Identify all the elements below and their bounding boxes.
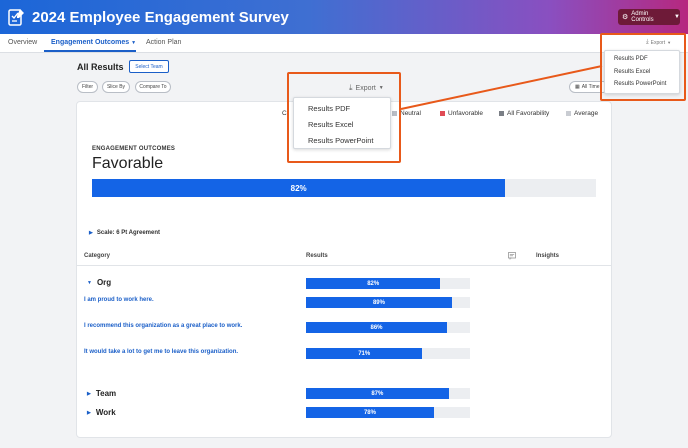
tab-engagement-outcomes[interactable]: Engagement Outcomes ▼	[51, 39, 136, 46]
scale-label: Scale: 6 Pt Agreement	[96, 230, 160, 236]
question-link[interactable]: It would take a lot to get me to leave t…	[84, 349, 238, 355]
menu-item-results-powerpoint[interactable]: Results PowerPoint	[308, 136, 373, 145]
result-bar-fill: 87%	[306, 388, 449, 399]
export-button[interactable]: ⤓ Export ▼	[349, 83, 384, 93]
legend-unfavorable[interactable]: Unfavorable	[440, 110, 483, 117]
legend-average-swatch	[566, 111, 571, 116]
question-link[interactable]: I am proud to work here.	[84, 297, 154, 303]
result-bar-label: 87%	[371, 390, 384, 397]
app-header: 2024 Employee Engagement Survey ⚙ Admin …	[0, 0, 688, 34]
caret-right-icon: ▶	[87, 409, 91, 416]
result-bar-label: 71%	[358, 350, 371, 357]
menu-item-results-excel[interactable]: Results Excel	[614, 69, 650, 75]
page-title: All Results	[77, 62, 124, 72]
favorable-bar-track: 82%	[92, 179, 596, 197]
legend-average-label: Average	[574, 110, 599, 117]
export-label: Export	[650, 39, 666, 46]
result-bar-track: 82%	[306, 278, 470, 289]
caret-down-icon: ▼	[667, 40, 672, 45]
export-menu: Results PDF Results Excel Results PowerP…	[293, 97, 391, 149]
legend-average[interactable]: Average	[566, 110, 598, 117]
admin-controls-label: Admin Controls	[631, 11, 654, 23]
legend-all-favorability-label: All Favorability	[507, 110, 550, 117]
column-header-insights: Insights	[536, 253, 560, 259]
caret-down-icon: ▼	[87, 279, 92, 286]
menu-item-results-excel[interactable]: Results Excel	[308, 120, 353, 129]
category-row-org[interactable]: ▼ Org	[87, 278, 111, 287]
tab-overview[interactable]: Overview	[8, 39, 37, 46]
result-bar-track: 89%	[306, 297, 470, 308]
caret-down-icon: ▼	[378, 85, 384, 91]
caret-right-icon: ▶	[87, 390, 91, 397]
engagement-outcomes-value: Favorable	[92, 155, 164, 172]
tab-action-plan[interactable]: Action Plan	[146, 39, 181, 46]
legend-unfavorable-label: Unfavorable	[448, 110, 484, 117]
slice-by-button[interactable]: Slice By	[102, 81, 130, 93]
gear-icon: ⚙	[622, 14, 629, 21]
result-bar-fill: 86%	[306, 322, 448, 333]
category-label: Work	[95, 408, 116, 417]
result-bar-label: 78%	[363, 409, 376, 416]
result-bar-fill: 71%	[306, 348, 423, 359]
menu-item-results-pdf[interactable]: Results PDF	[614, 56, 648, 62]
result-bar-label: 82%	[367, 280, 380, 287]
caret-down-icon: ▼	[131, 40, 137, 46]
legend-fragment: C	[282, 110, 287, 117]
export-label: Export	[355, 84, 376, 92]
result-bar-fill: 82%	[306, 278, 441, 289]
all-time-label: All Time	[581, 84, 600, 90]
admin-controls-button[interactable]: ⚙ Admin Controls ▼	[618, 9, 680, 25]
select-team-button[interactable]: Select Team	[129, 60, 169, 73]
favorable-bar-label: 82%	[290, 183, 307, 193]
compare-to-button[interactable]: Compare To	[135, 81, 171, 93]
category-label: Team	[95, 389, 117, 398]
result-bar-track: 87%	[306, 388, 470, 399]
legend-unfavorable-swatch	[440, 111, 445, 116]
active-tab-indicator	[44, 50, 136, 52]
favorable-bar-fill: 82%	[92, 179, 506, 197]
comments-icon[interactable]	[508, 252, 516, 260]
category-row-team[interactable]: ▶ Team	[87, 389, 116, 398]
caret-right-icon: ▶	[89, 230, 93, 236]
legend-all-favorability-swatch	[499, 111, 504, 116]
divider	[77, 265, 611, 266]
app-title: 2024 Employee Engagement Survey	[32, 9, 289, 26]
result-bar-fill: 78%	[306, 407, 434, 418]
column-header-results: Results	[306, 253, 328, 259]
filter-button[interactable]: Filter	[77, 81, 98, 93]
survey-logo-icon	[8, 9, 24, 26]
menu-item-results-powerpoint[interactable]: Results PowerPoint	[614, 81, 666, 87]
download-icon: ⤓	[646, 39, 649, 45]
result-bar-track: 78%	[306, 407, 470, 418]
download-icon: ⤓	[349, 83, 353, 92]
tab-bar: Overview Engagement Outcomes ▼ Action Pl…	[0, 34, 688, 53]
result-bar-label: 89%	[372, 299, 385, 306]
legend-all-favorability[interactable]: All Favorability	[499, 110, 549, 117]
column-header-category: Category	[84, 253, 111, 259]
result-bar-track: 71%	[306, 348, 470, 359]
engagement-outcomes-label: ENGAGEMENT OUTCOMES	[92, 146, 176, 152]
scale-toggle[interactable]: ▶ Scale: 6 Pt Agreement	[89, 230, 160, 236]
calendar-icon: ▦	[575, 84, 580, 90]
category-label: Org	[96, 278, 112, 287]
export-button[interactable]: ⤓ Export ▼	[646, 39, 671, 46]
question-link[interactable]: I recommend this organization as a great…	[84, 323, 242, 329]
export-menu: Results PDF Results Excel Results PowerP…	[604, 50, 680, 94]
legend-neutral-label: Neutral	[400, 110, 421, 117]
result-bar-fill: 89%	[306, 297, 452, 308]
tab-engagement-outcomes-label: Engagement Outcomes	[51, 39, 130, 46]
menu-item-results-pdf[interactable]: Results PDF	[308, 104, 350, 113]
category-row-work[interactable]: ▶ Work	[87, 408, 116, 417]
caret-down-icon: ▼	[674, 14, 680, 20]
result-bar-track: 86%	[306, 322, 470, 333]
result-bar-label: 86%	[370, 324, 383, 331]
